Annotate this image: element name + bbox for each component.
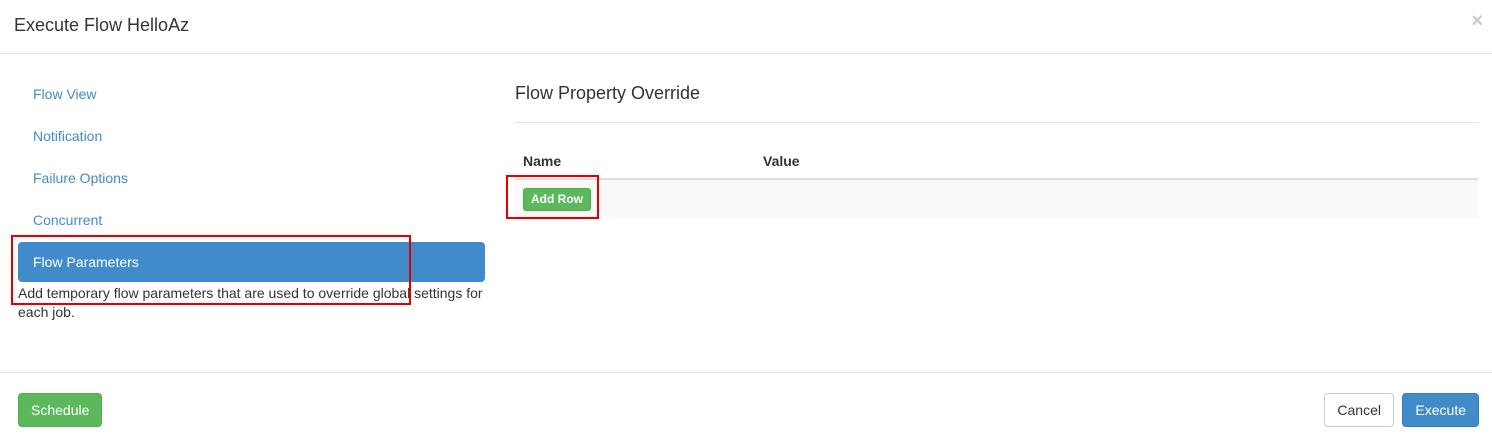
sidebar-item-concurrent[interactable]: Concurrent (18, 200, 485, 240)
modal-footer: Schedule Cancel Execute (0, 372, 1492, 444)
schedule-button[interactable]: Schedule (18, 393, 103, 427)
execute-button[interactable]: Execute (1402, 393, 1479, 427)
close-icon[interactable]: × (1471, 11, 1483, 31)
main-panel: Flow Property Override Name Value Add Ro… (515, 74, 1478, 217)
modal-title: Execute Flow HelloAz (14, 15, 190, 35)
section-title: Flow Property Override (515, 74, 1478, 123)
sidebar-item-failure-options[interactable]: Failure Options (18, 158, 485, 198)
cancel-button[interactable]: Cancel (1324, 393, 1394, 427)
sidebar-item-notification[interactable]: Notification (18, 116, 485, 156)
modal-header: Execute Flow HelloAz × (0, 0, 1492, 54)
highlight-box-add-row (506, 175, 599, 219)
table-header: Name Value (515, 123, 1478, 180)
highlight-box-flow-parameters (11, 235, 411, 305)
table-row: Add Row (515, 180, 1478, 217)
column-header-value: Value (763, 153, 800, 169)
column-header-name: Name (523, 153, 562, 169)
sidebar-item-flow-view[interactable]: Flow View (18, 74, 485, 114)
